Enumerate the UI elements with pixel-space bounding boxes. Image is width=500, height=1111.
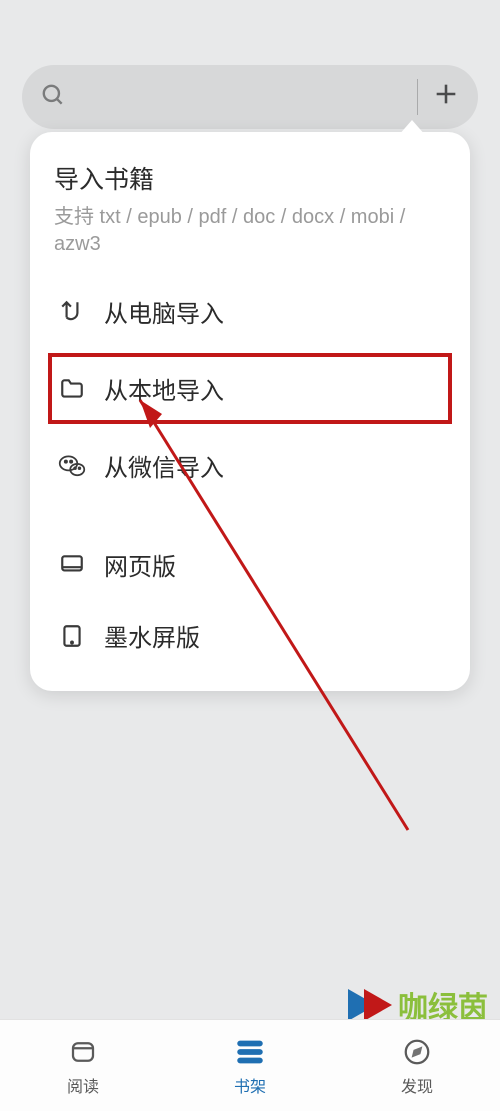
popover-title: 导入书籍 <box>54 160 446 196</box>
popover-subtitle: 支持 txt / epub / pdf / doc / docx / mobi … <box>54 204 446 258</box>
nav-label: 阅读 <box>67 1073 99 1097</box>
option-import-wechat[interactable]: 从微信导入 <box>54 430 446 501</box>
nav-label: 书架 <box>234 1073 266 1097</box>
add-icon[interactable] <box>432 80 460 114</box>
nav-label: 发现 <box>401 1073 433 1097</box>
option-label: 从微信导入 <box>104 448 224 483</box>
nav-discover[interactable]: 发现 <box>401 1035 433 1097</box>
computer-import-icon <box>58 299 86 325</box>
wechat-icon <box>58 453 86 479</box>
option-label: 从本地导入 <box>104 371 224 406</box>
monitor-icon <box>58 552 86 578</box>
folder-icon <box>58 376 86 402</box>
watermark-shape-2 <box>364 989 392 1021</box>
nav-shelf[interactable]: 书架 <box>233 1035 267 1097</box>
divider <box>417 79 418 115</box>
option-web-version[interactable]: 网页版 <box>54 529 446 600</box>
popover-arrow <box>398 120 426 136</box>
option-label: 墨水屏版 <box>104 618 200 653</box>
search-input[interactable] <box>78 86 411 109</box>
option-import-local[interactable]: 从本地导入 <box>48 353 452 424</box>
option-eink-version[interactable]: 墨水屏版 <box>54 600 446 671</box>
option-label: 网页版 <box>104 547 176 582</box>
option-label: 从电脑导入 <box>104 294 224 329</box>
read-icon <box>67 1035 99 1069</box>
option-import-computer[interactable]: 从电脑导入 <box>54 276 446 347</box>
tablet-icon <box>58 623 86 649</box>
nav-read[interactable]: 阅读 <box>67 1035 99 1097</box>
search-icon[interactable] <box>40 82 66 113</box>
shelf-icon <box>233 1035 267 1069</box>
bottom-nav: 阅读 书架 发现 <box>0 1019 500 1111</box>
discover-icon <box>402 1035 432 1069</box>
import-popover: 导入书籍 支持 txt / epub / pdf / doc / docx / … <box>30 132 470 691</box>
